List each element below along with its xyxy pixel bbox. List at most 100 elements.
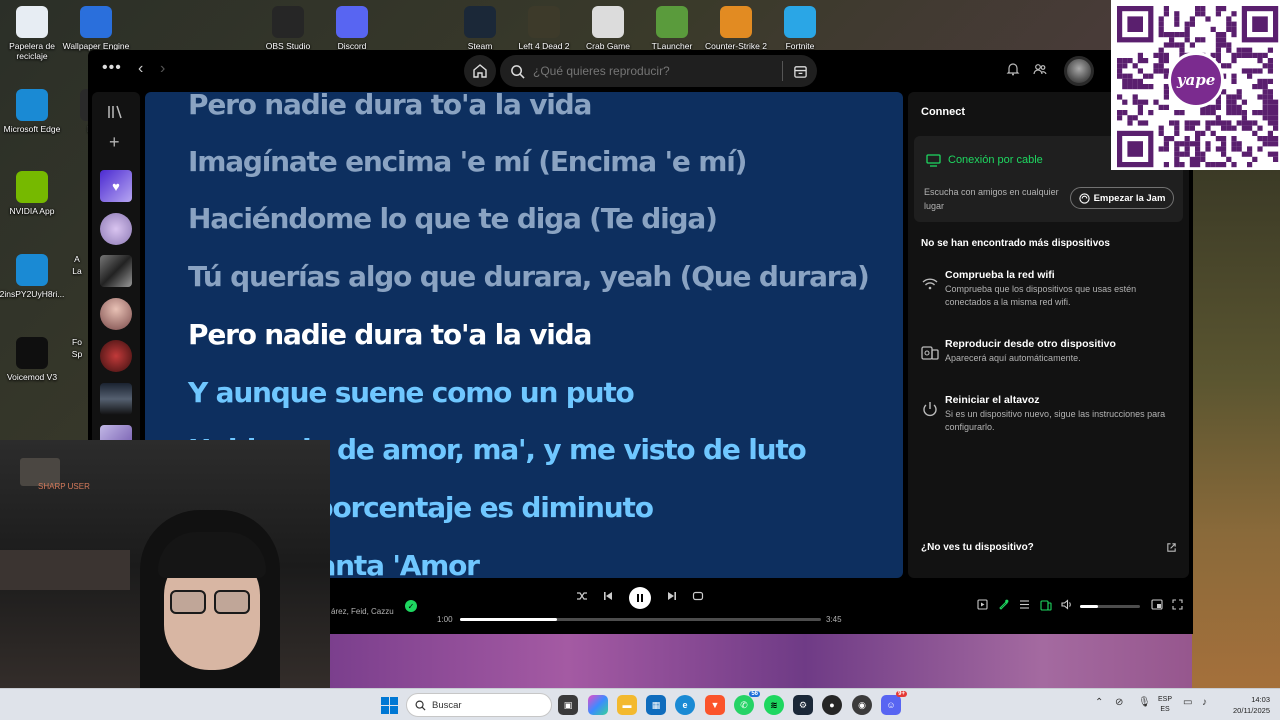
cam-background-shelf — [0, 550, 130, 590]
desktop-icon-label: Fo — [72, 337, 82, 347]
desktop-icon[interactable]: Wallpaper Engine — [61, 6, 131, 51]
brave-icon[interactable]: ▼ — [705, 695, 725, 715]
tray-overflow-icon[interactable]: ⌃ — [1095, 697, 1103, 708]
home-icon — [473, 64, 487, 78]
back-icon[interactable]: ‹ — [138, 60, 143, 78]
desktop-icon[interactable]: Sp — [67, 349, 87, 359]
obs-icon[interactable]: ● — [822, 695, 842, 715]
repeat-icon[interactable] — [692, 590, 704, 602]
shuffle-icon[interactable] — [576, 590, 588, 602]
desktop-icon[interactable]: Fo — [67, 337, 87, 347]
library-item-thumb[interactable] — [100, 213, 132, 245]
desktop-icon[interactable]: Papelera de reciclaje — [0, 6, 67, 61]
library-item-thumb[interactable] — [100, 340, 132, 372]
lyric-line[interactable]: Pero nadie dura to'a la vida — [188, 92, 592, 121]
library-item-thumb[interactable] — [100, 298, 132, 330]
connect-device-icon[interactable] — [1040, 599, 1052, 611]
desktop-icon[interactable]: Fortnite — [765, 6, 835, 51]
user-avatar[interactable] — [1064, 56, 1094, 86]
whatsapp-badge: 56 — [749, 691, 760, 697]
desktop-icon[interactable]: Crab Game — [573, 6, 643, 51]
app-icon[interactable]: ◉ — [852, 695, 872, 715]
library-item-thumb[interactable] — [100, 383, 132, 415]
copilot-icon[interactable] — [588, 695, 608, 715]
lyrics-icon[interactable] — [998, 599, 1009, 610]
steam-icon[interactable]: ⚙ — [793, 695, 813, 715]
desktop-icon[interactable]: Left 4 Dead 2 — [509, 6, 579, 51]
library-icon[interactable] — [106, 104, 124, 120]
more-options-icon[interactable]: ••• — [102, 59, 122, 77]
search-input[interactable] — [533, 64, 773, 78]
file-explorer-icon[interactable]: ▬ — [617, 695, 637, 715]
computer-icon — [926, 154, 941, 167]
desktop-icon[interactable]: Counter-Strike 2 — [701, 6, 771, 51]
desktop-icon[interactable]: La — [67, 266, 87, 276]
desktop-icon[interactable]: NVIDIA App — [0, 171, 67, 216]
task-view-icon[interactable]: ▣ — [558, 695, 578, 715]
spotify-icon[interactable]: ≋ — [764, 695, 784, 715]
pause-button[interactable] — [629, 587, 651, 609]
desktop-icon-label: Microsoft Edge — [3, 124, 61, 134]
discord-icon[interactable]: ☺ 9+ — [881, 691, 907, 715]
language-indicator[interactable]: ESP ES — [1158, 695, 1172, 715]
whatsapp-icon[interactable]: ✆ 56 — [734, 691, 760, 715]
previous-icon[interactable] — [602, 590, 614, 602]
edge-icon[interactable]: e — [675, 695, 695, 715]
desktop-icon[interactable]: Voicemod V3 — [0, 337, 67, 382]
volume-icon[interactable] — [1061, 599, 1073, 610]
liked-songs-thumb[interactable]: ♥ — [100, 170, 132, 202]
start-button[interactable] — [381, 697, 398, 714]
no-devices-heading: No se han encontrado más dispositivos — [921, 238, 1110, 249]
lyric-line[interactable]: Imagínate encima 'e mí (Encima 'e mí) — [188, 145, 747, 178]
home-button[interactable] — [464, 55, 496, 87]
friends-activity-icon[interactable] — [1033, 62, 1047, 76]
speaker-icon[interactable]: ♪ — [1202, 697, 1207, 708]
miniplayer-icon[interactable] — [1151, 599, 1163, 610]
track-artists[interactable]: árez, Feid, Cazzu — [331, 607, 394, 616]
desktop-icon[interactable]: TLauncher — [637, 6, 707, 51]
desktop-icon[interactable]: OBS Studio — [253, 6, 323, 51]
yape-logo: yape — [1168, 52, 1224, 108]
missing-device-link[interactable]: ¿No ves tu dispositivo? — [921, 542, 1034, 553]
microphone-icon[interactable]: 🎙 — [1138, 697, 1151, 708]
desktop-icon[interactable]: A — [67, 254, 87, 264]
lyric-line[interactable]: Pero nadie dura to'a la vida — [188, 318, 592, 351]
library-item-thumb[interactable] — [100, 255, 132, 287]
progress-bar[interactable] — [460, 618, 821, 621]
saved-check-icon[interactable]: ✓ — [405, 600, 417, 612]
taskbar-search-label: Buscar — [432, 699, 462, 711]
network-off-icon[interactable]: ⊘ — [1115, 697, 1123, 708]
browse-button[interactable] — [783, 64, 817, 79]
create-playlist-icon[interactable]: + — [109, 132, 120, 153]
store-icon[interactable]: ▦ — [646, 695, 666, 715]
clock-time: 14:03 — [1251, 695, 1270, 704]
start-jam-button[interactable]: Empezar la Jam — [1070, 187, 1174, 209]
volume-slider[interactable] — [1080, 605, 1140, 608]
desktop-icon[interactable]: Discord — [317, 6, 387, 51]
desktop-icon[interactable]: Microsoft Edge — [0, 89, 67, 134]
notifications-icon[interactable] — [1006, 62, 1020, 76]
fullscreen-icon[interactable] — [1172, 599, 1183, 610]
wallpaper-engine-icon — [80, 6, 112, 38]
now-playing-view-icon[interactable] — [977, 599, 988, 610]
wallpaper-bottom — [330, 633, 1280, 688]
desktop-icon[interactable]: Steam — [445, 6, 515, 51]
desktop-icon[interactable]: 2insPY2UyH8ri... — [0, 254, 67, 299]
network-icon[interactable]: ▭ — [1183, 697, 1192, 708]
next-icon[interactable] — [666, 590, 678, 602]
browse-icon — [793, 65, 807, 78]
search-bar[interactable] — [500, 55, 817, 87]
clock[interactable]: 14:03 20/11/2025 — [1222, 694, 1270, 716]
language-bottom: ES — [1160, 706, 1170, 713]
tip-description: Comprueba que los dispositivos que usas … — [945, 284, 1137, 307]
lyric-line[interactable]: Tú querías algo que durara, yeah (Que du… — [188, 260, 870, 293]
lyric-line[interactable]: Haciéndome lo que te diga (Te diga) — [188, 202, 718, 235]
elapsed-time: 1:00 — [437, 615, 453, 624]
forward-icon[interactable]: › — [160, 60, 165, 78]
queue-icon[interactable] — [1019, 599, 1030, 610]
taskbar-search[interactable]: Buscar — [406, 693, 552, 717]
lyric-line[interactable]: Y aunque suene como un puto — [188, 376, 635, 409]
desktop-icon-label: Sp — [71, 349, 83, 359]
external-link-icon[interactable] — [1166, 542, 1177, 553]
tip-title: Comprueba la red wifi — [945, 269, 1055, 281]
